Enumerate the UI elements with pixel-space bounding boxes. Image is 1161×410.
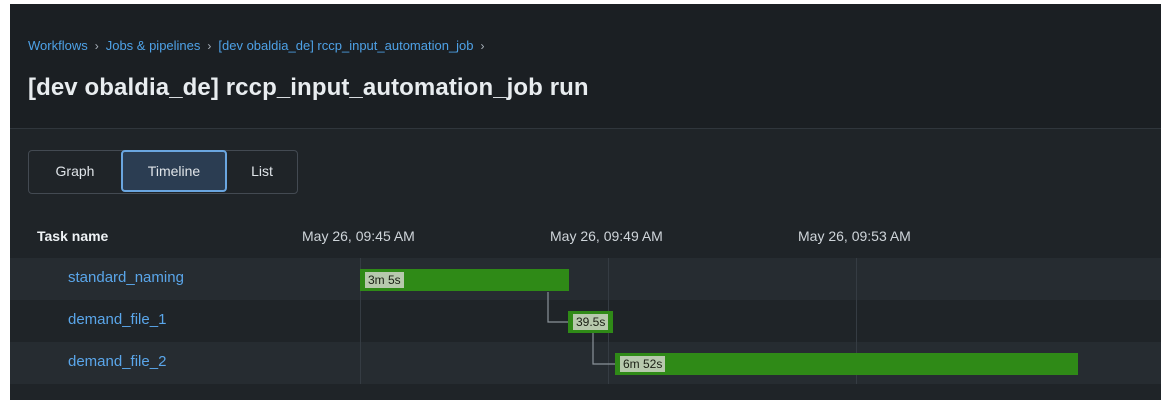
task-bar-standard-naming[interactable]: 3m 5s xyxy=(360,269,569,291)
dependency-arrows xyxy=(547,292,620,367)
duration-label: 6m 52s xyxy=(620,356,666,372)
duration-label: 39.5s xyxy=(573,314,609,330)
task-bar-demand-file-1[interactable]: 39.5s xyxy=(568,311,613,333)
run-timeline-page: Workflows › Jobs & pipelines › [dev obal… xyxy=(10,4,1161,400)
task-bar-demand-file-2[interactable]: 6m 52s xyxy=(615,353,1078,375)
duration-label: 3m 5s xyxy=(365,272,404,288)
